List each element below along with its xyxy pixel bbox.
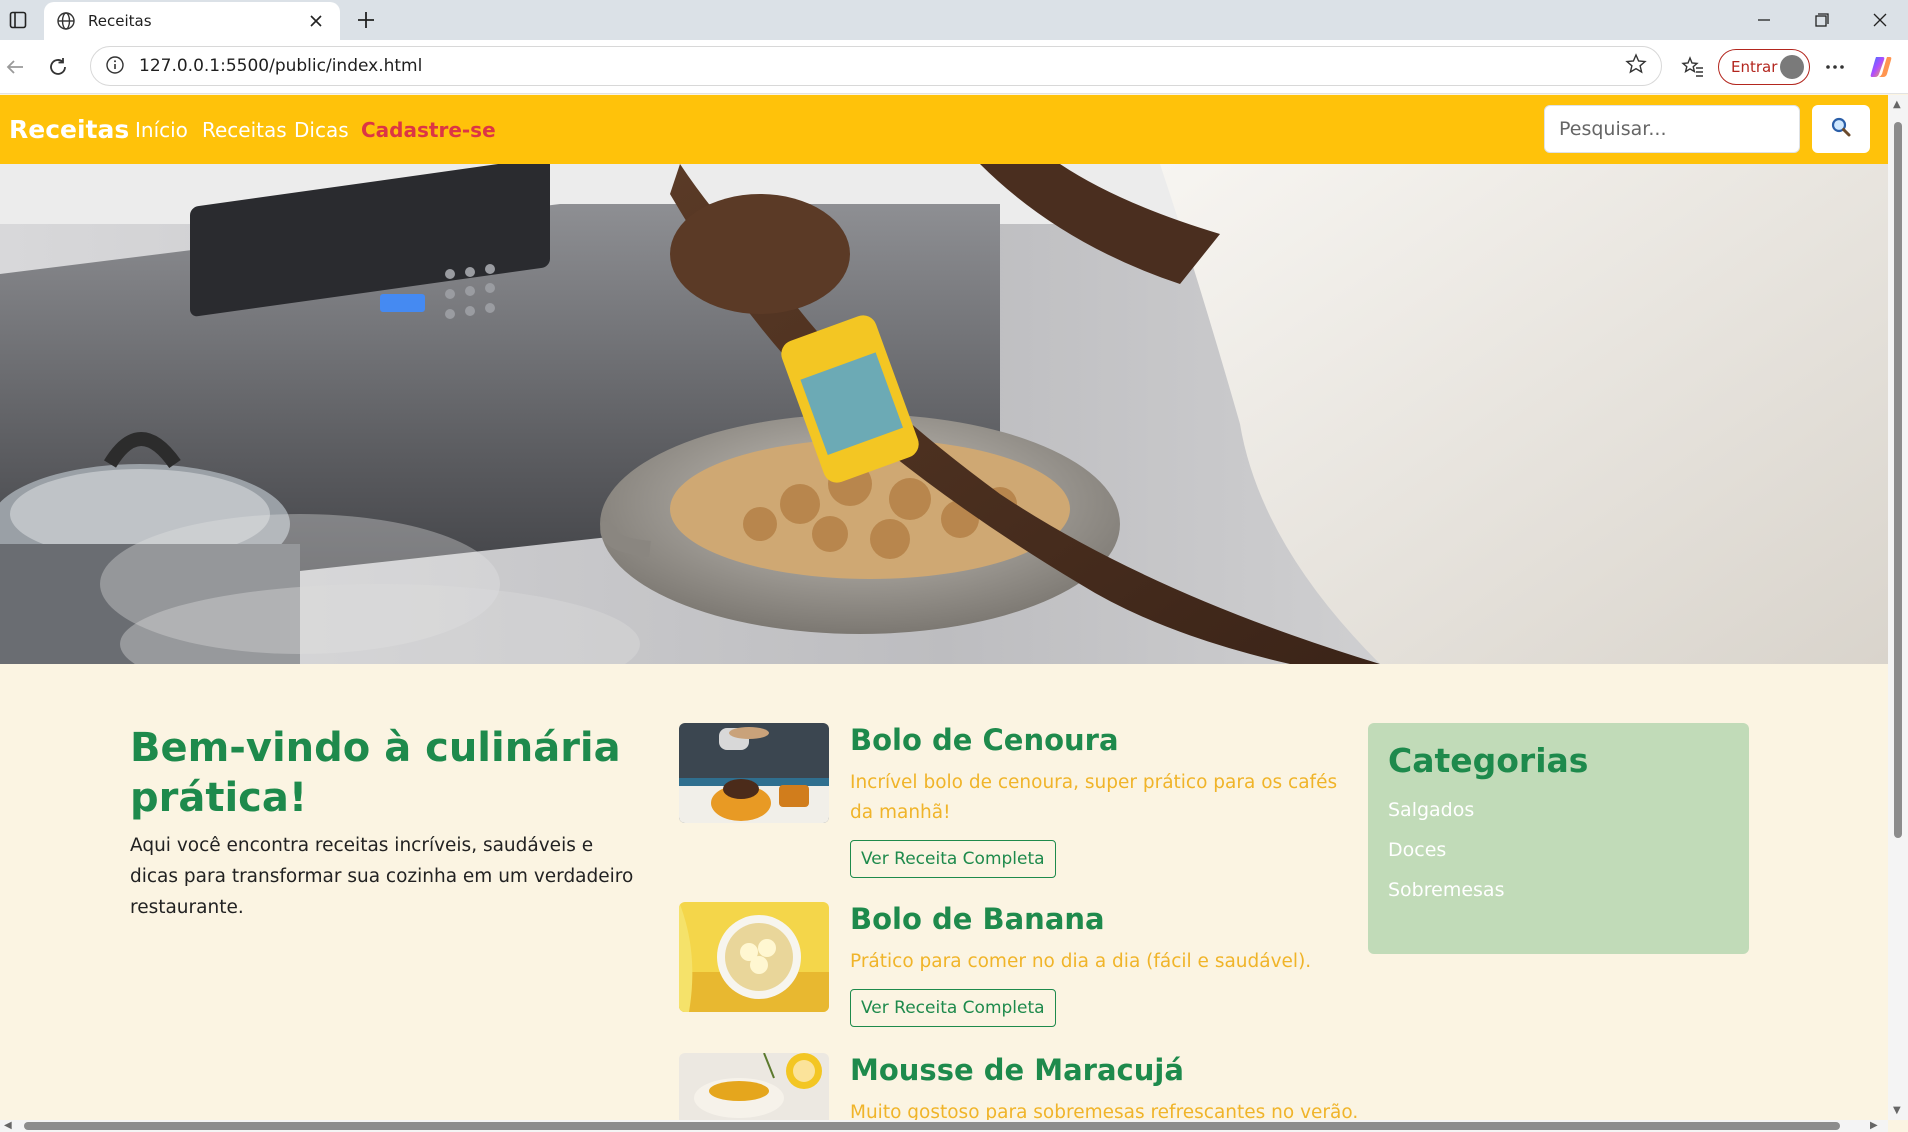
nav-link-cadastre-se[interactable]: Cadastre-se	[361, 118, 496, 142]
recipe-image-bolo-de-cenoura	[679, 723, 829, 823]
category-item-sobremesas[interactable]: Sobremesas	[1388, 870, 1729, 910]
scroll-up-arrow-icon[interactable]: ▲	[1893, 99, 1901, 110]
recipe-title[interactable]: Mousse de Maracujá	[850, 1053, 1184, 1087]
search-input[interactable]	[1544, 105, 1800, 153]
view-recipe-button[interactable]: Ver Receita Completa	[850, 989, 1056, 1027]
address-bar[interactable]: 127.0.0.1:5500/public/index.html	[90, 46, 1662, 86]
url-text: 127.0.0.1:5500/public/index.html	[139, 56, 423, 76]
recipe-description: Muito gostoso para sobremesas refrescant…	[850, 1102, 1359, 1120]
browser-toolbar: 127.0.0.1:5500/public/index.html Entrar	[0, 40, 1908, 94]
vertical-scrollbar[interactable]: ▲ ▼	[1888, 95, 1908, 1120]
signin-label: Entrar	[1731, 58, 1778, 76]
maximize-icon[interactable]	[1794, 0, 1850, 40]
more-options-icon[interactable]	[1820, 52, 1850, 82]
browser-tab-bar: Receitas	[0, 0, 1908, 40]
recipe-card: Bolo de Cenoura Incrível bolo de cenoura…	[679, 723, 1349, 878]
recipe-image-bolo-de-banana	[679, 902, 829, 1012]
globe-icon	[56, 11, 76, 31]
scroll-down-arrow-icon[interactable]: ▼	[1893, 1105, 1901, 1116]
bookmark-star-icon[interactable]	[1625, 53, 1647, 79]
recipe-title[interactable]: Bolo de Cenoura	[850, 723, 1119, 757]
categories-title: Categorias	[1388, 741, 1589, 780]
window-close-icon[interactable]	[1852, 0, 1908, 40]
reload-icon[interactable]	[43, 52, 73, 82]
back-icon[interactable]	[0, 52, 30, 82]
category-item-salgados[interactable]: Salgados	[1388, 790, 1729, 830]
nav-link-inicio[interactable]: Início	[135, 118, 188, 142]
scroll-right-arrow-icon[interactable]: ▶	[1870, 1120, 1878, 1131]
recipe-card: Mousse de Maracujá Muito gostoso para so…	[679, 1053, 1359, 1120]
hero-image	[0, 164, 1888, 664]
categories-panel: Categorias Salgados Doces Sobremesas	[1368, 723, 1749, 954]
search-icon	[1830, 116, 1852, 142]
view-recipe-button[interactable]: Ver Receita Completa	[850, 840, 1056, 878]
search-button[interactable]	[1812, 105, 1870, 153]
browser-tab[interactable]: Receitas	[44, 2, 340, 40]
sidebar-toggle-icon[interactable]	[4, 8, 32, 32]
recipe-description: Incrível bolo de cenoura, super prático …	[850, 772, 1338, 823]
signin-button[interactable]: Entrar	[1718, 49, 1810, 85]
favorites-icon[interactable]	[1678, 52, 1708, 82]
tab-title: Receitas	[88, 12, 152, 30]
recipe-description: Prático para comer no dia a dia (fácil e…	[850, 951, 1312, 972]
nav-link-dicas[interactable]: Dicas	[294, 118, 349, 142]
copilot-icon[interactable]	[1866, 52, 1896, 82]
welcome-text: Aqui você encontra receitas incríveis, s…	[130, 835, 634, 918]
vertical-scroll-thumb[interactable]	[1894, 122, 1902, 838]
new-tab-icon[interactable]	[350, 4, 382, 36]
site-navbar: Receitas Início Receitas Dicas Cadastre-…	[0, 95, 1888, 164]
profile-avatar-icon	[1780, 55, 1804, 79]
site-info-icon[interactable]	[105, 55, 127, 77]
horizontal-scroll-thumb[interactable]	[24, 1122, 1840, 1130]
page-viewport: Receitas Início Receitas Dicas Cadastre-…	[0, 95, 1888, 1120]
recipe-card: Bolo de Banana Prático para comer no dia…	[679, 902, 1349, 1042]
horizontal-scrollbar[interactable]: ◀ ▶	[0, 1120, 1888, 1132]
welcome-title: Bem-vindo à culinária prática!	[130, 725, 621, 821]
nav-link-receitas[interactable]: Receitas	[202, 118, 287, 142]
recipe-title[interactable]: Bolo de Banana	[850, 902, 1105, 936]
minimize-icon[interactable]	[1736, 0, 1792, 40]
site-brand[interactable]: Receitas	[9, 115, 129, 144]
scroll-left-arrow-icon[interactable]: ◀	[4, 1120, 12, 1131]
category-item-doces[interactable]: Doces	[1388, 830, 1729, 870]
recipe-image-mousse-de-maracuja	[679, 1053, 829, 1120]
close-icon[interactable]	[304, 9, 328, 33]
